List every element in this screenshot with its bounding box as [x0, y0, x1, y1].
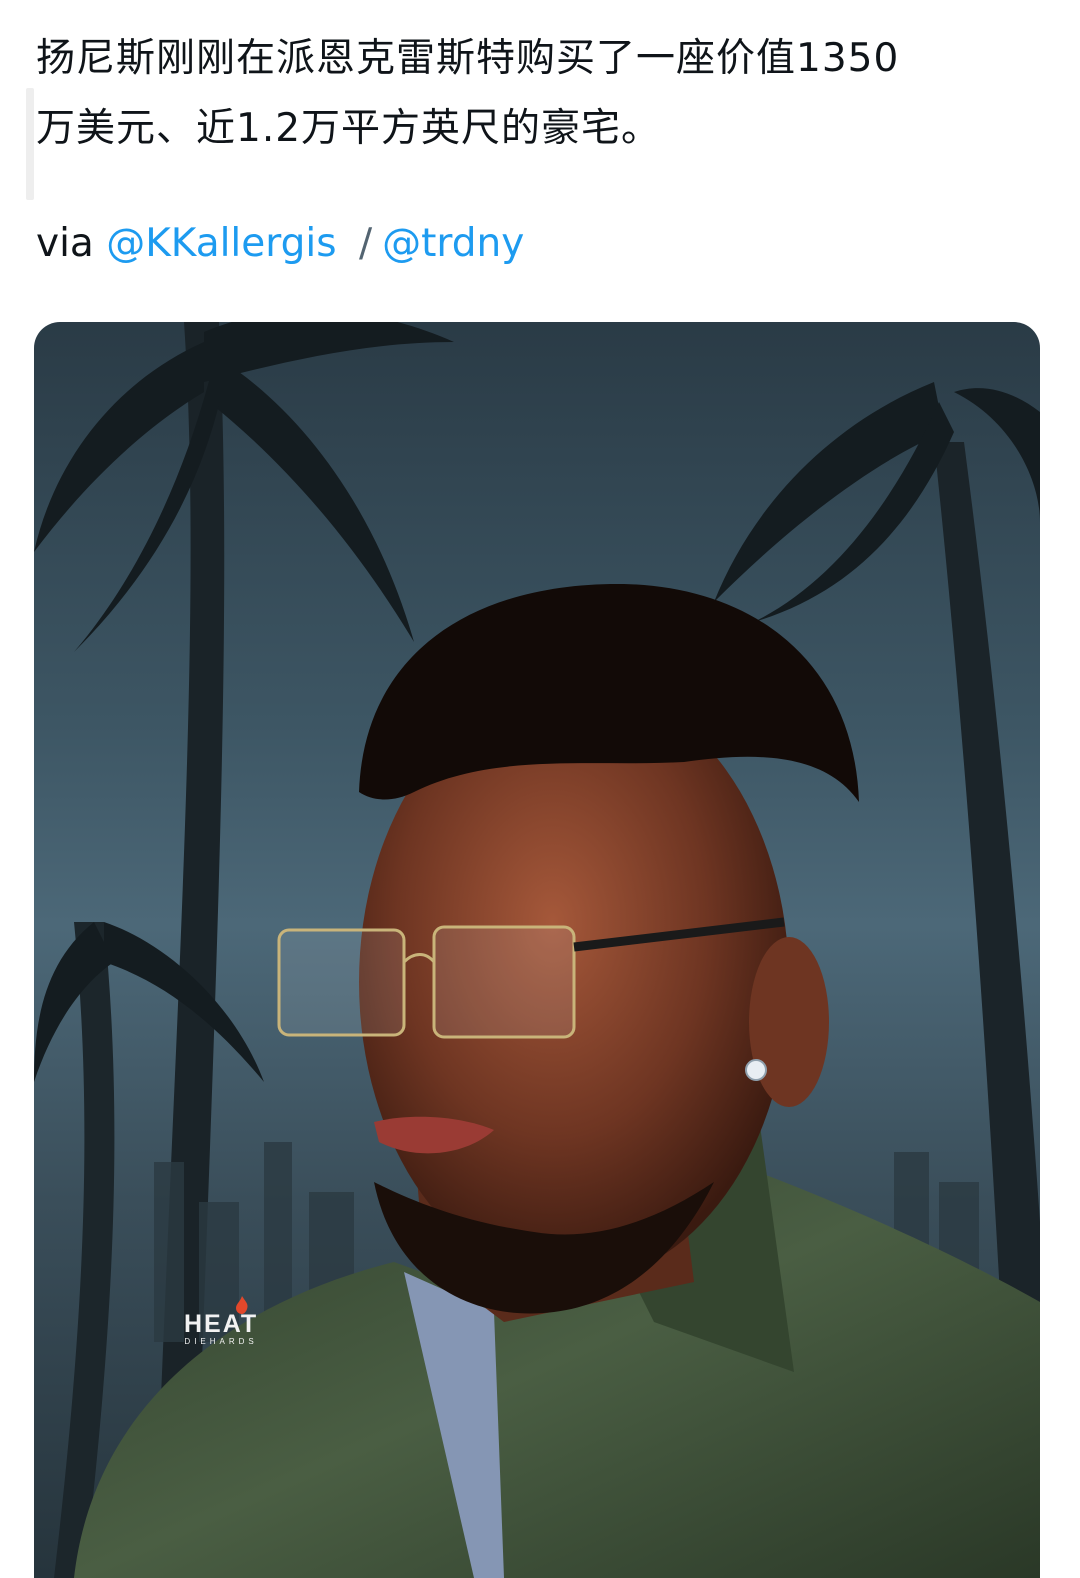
- tweet-post: 扬尼斯刚刚在派恩克雷斯特购买了一座价值1350 万美元、近1.2万平方英尺的豪宅…: [0, 0, 1080, 1578]
- tweet-text-line-2: 万美元、近1.2万平方英尺的豪宅。: [36, 106, 662, 151]
- flame-icon: [236, 1296, 248, 1314]
- tweet-text: 扬尼斯刚刚在派恩克雷斯特购买了一座价值1350 万美元、近1.2万平方英尺的豪宅…: [36, 24, 1036, 164]
- via-label: via: [36, 221, 94, 266]
- separator: /: [358, 221, 373, 266]
- photo-illustration: [34, 322, 1040, 1578]
- via-line: via @KKallergis / @trdny: [36, 214, 524, 274]
- mention-link-kkallergis[interactable]: @KKallergis: [106, 221, 336, 266]
- watermark-text: HEAT: [184, 1310, 259, 1338]
- watermark-subtext: DIEHARDS: [184, 1337, 258, 1346]
- edge-decoration: [26, 88, 34, 200]
- tweet-text-line-1: 扬尼斯刚刚在派恩克雷斯特购买了一座价值1350: [36, 36, 900, 81]
- watermark-logo: HEAT DIEHARDS: [184, 1296, 259, 1348]
- mention-link-trdny[interactable]: @trdny: [382, 221, 524, 266]
- media-photo[interactable]: HEAT DIEHARDS: [34, 322, 1040, 1578]
